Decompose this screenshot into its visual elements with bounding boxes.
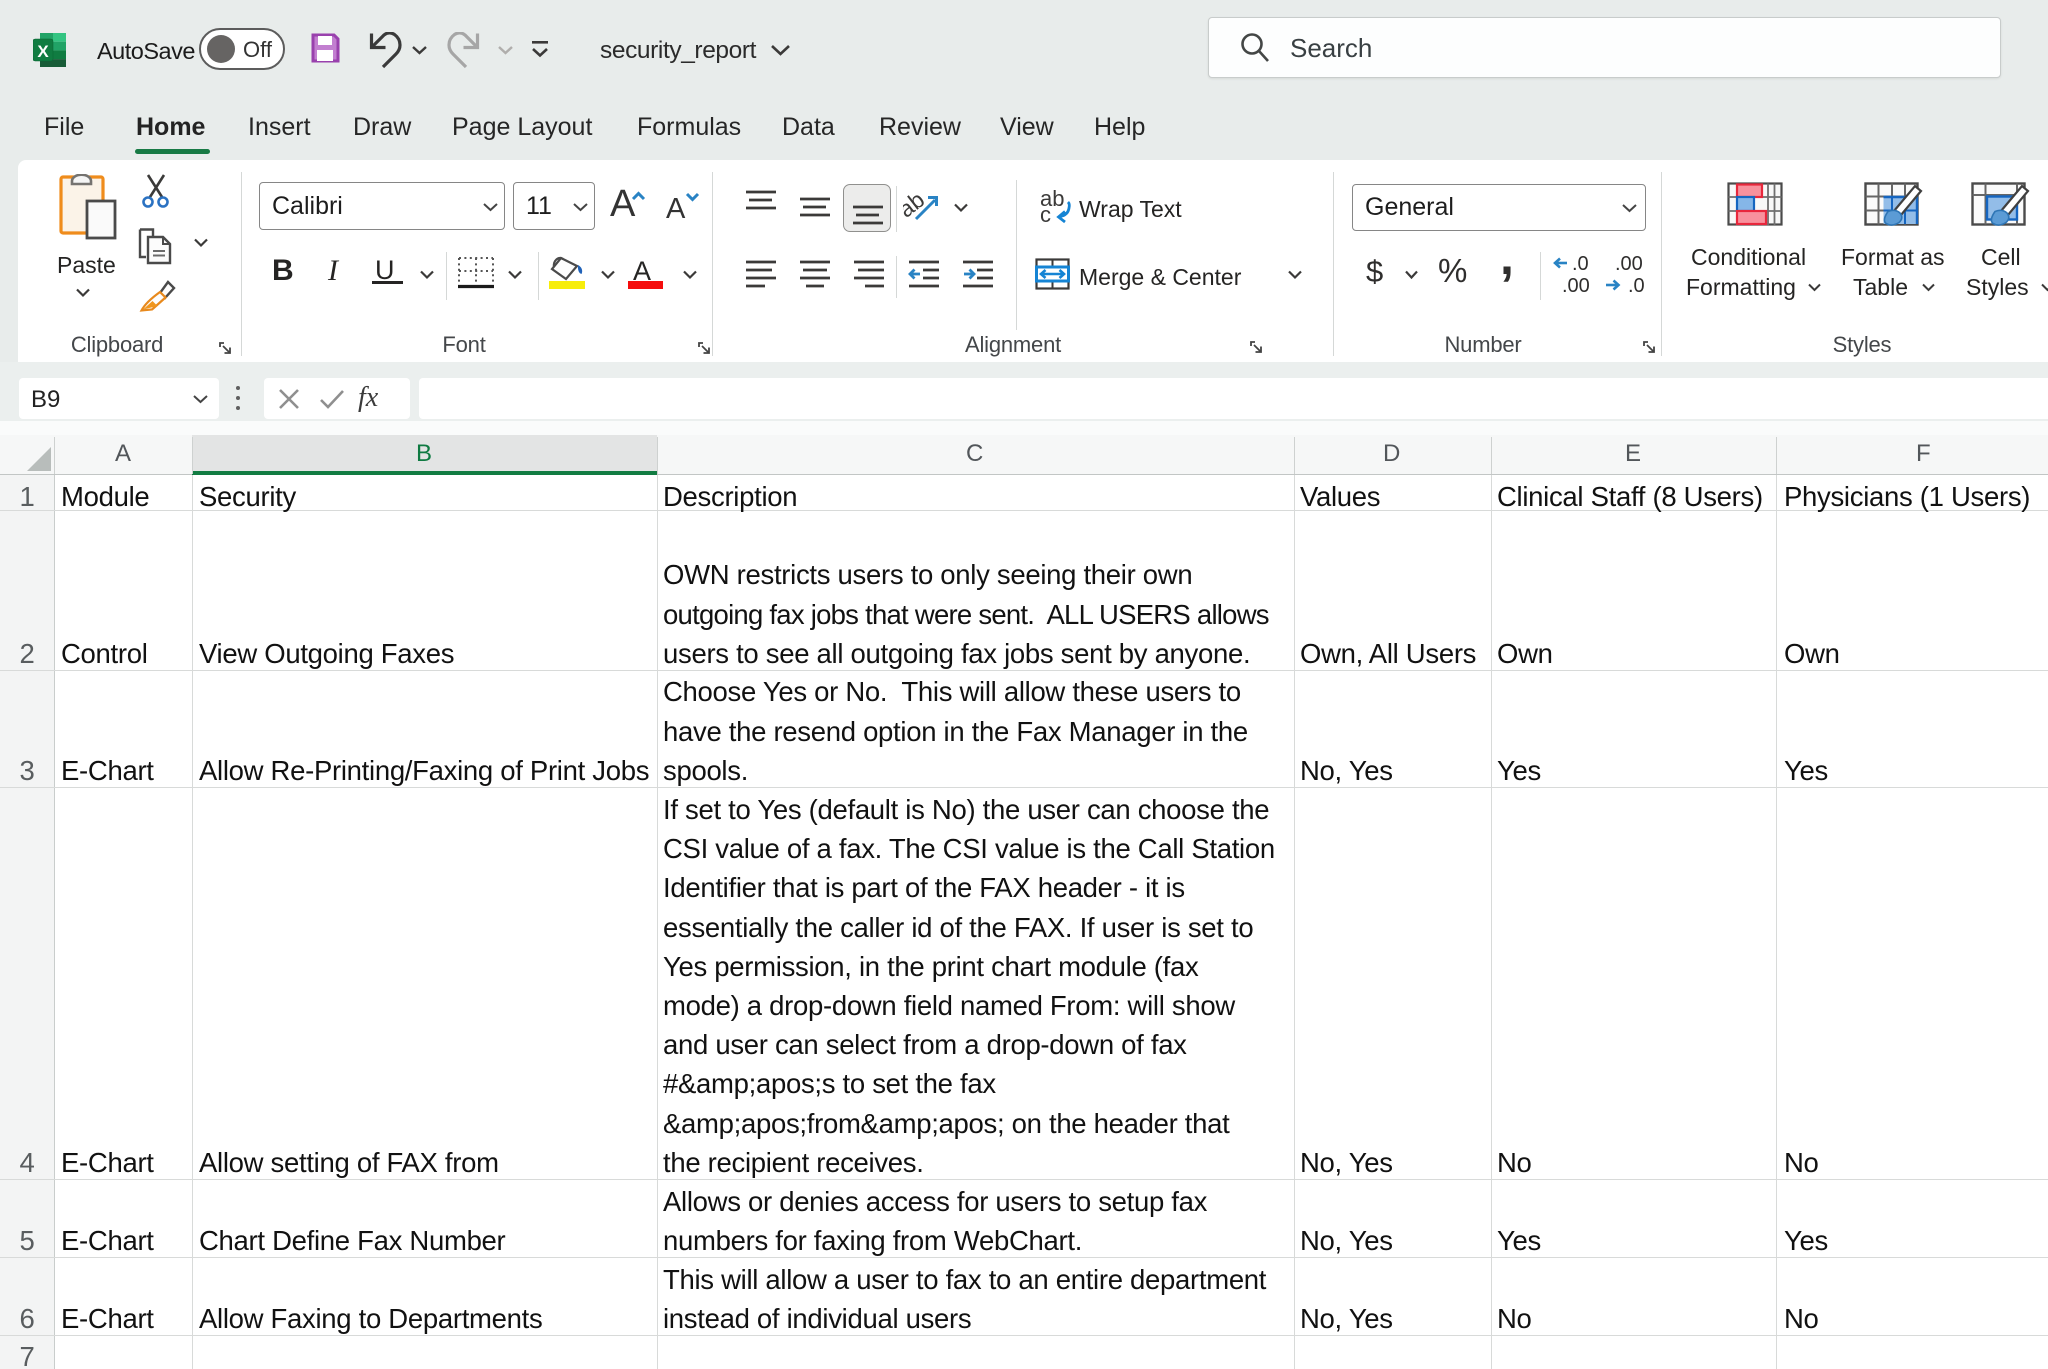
svg-text:.00: .00 — [1562, 275, 1590, 296]
svg-text:X: X — [37, 42, 49, 61]
svg-text:.0: .0 — [1572, 254, 1589, 275]
svg-text:.00: .00 — [1615, 254, 1643, 275]
svg-text:.0: .0 — [1628, 275, 1645, 296]
svg-text:c: c — [1040, 202, 1051, 227]
